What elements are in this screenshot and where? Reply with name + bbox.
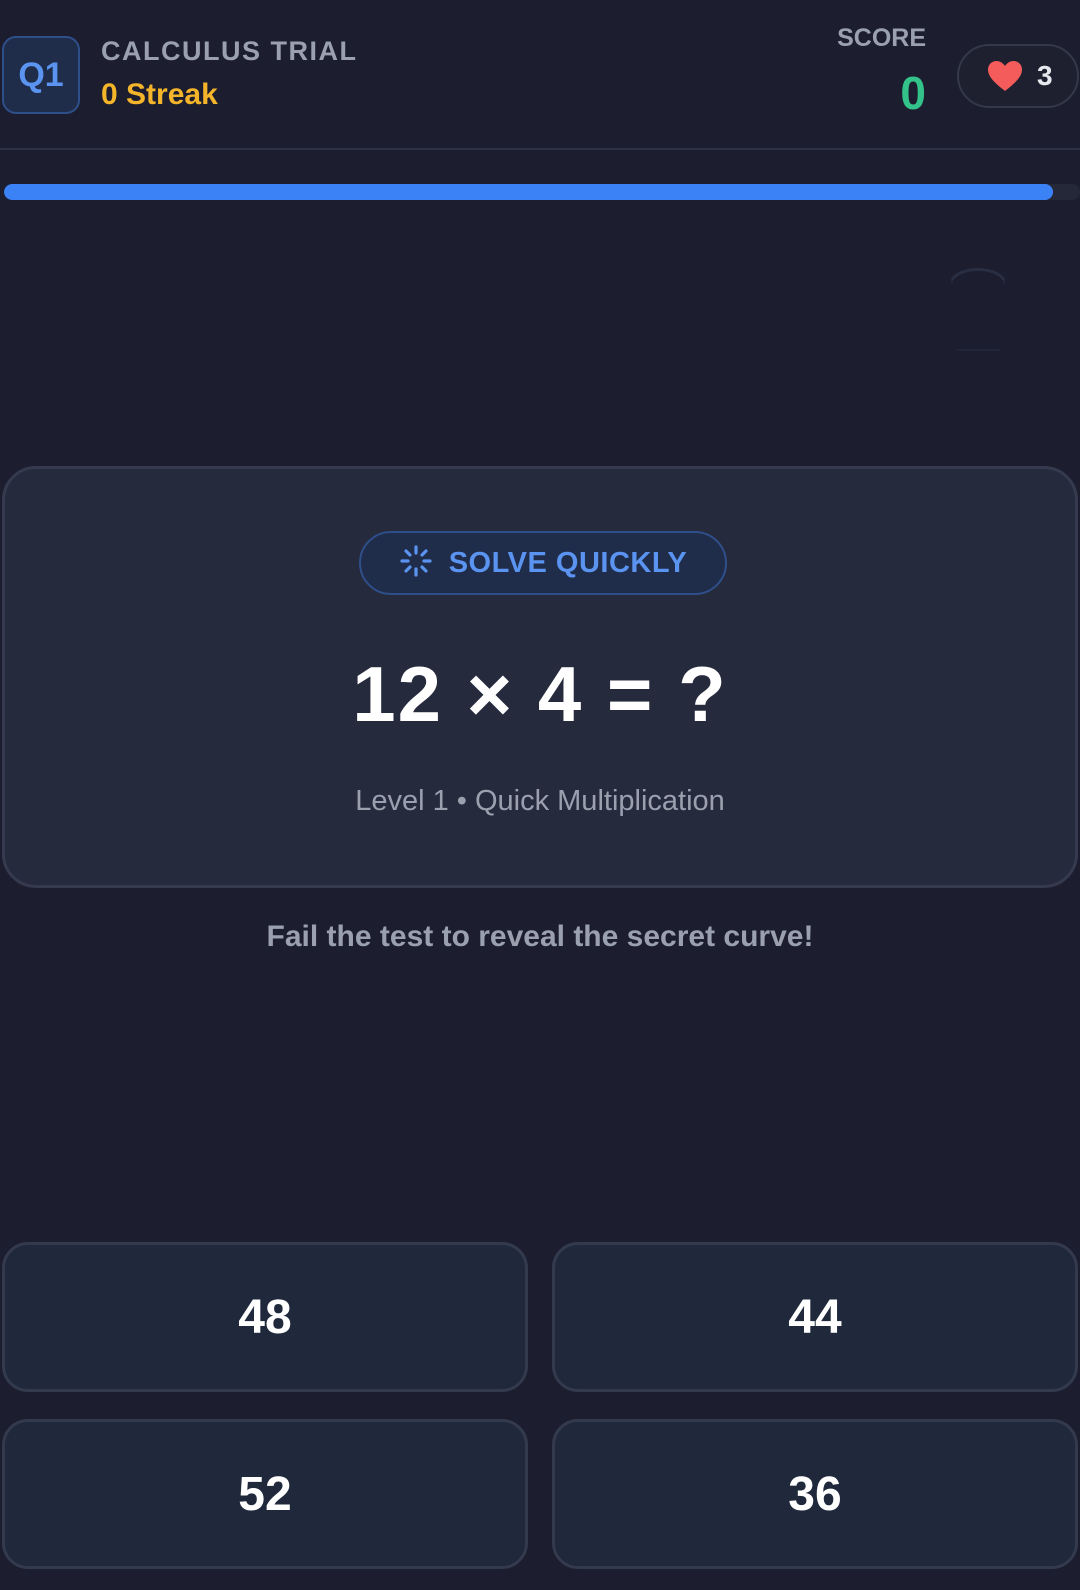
lives-indicator: 3: [957, 44, 1079, 108]
score-value: 0: [900, 67, 926, 119]
answer-option-1[interactable]: 48: [2, 1242, 528, 1392]
question-card: SOLVE QUICKLY 12 × 4 = ? Level 1 • Quick…: [2, 466, 1078, 888]
answer-option-2[interactable]: 44: [552, 1242, 1078, 1392]
answer-option-3[interactable]: 52: [2, 1419, 528, 1569]
solve-quickly-label: SOLVE QUICKLY: [448, 546, 688, 579]
level-info: Level 1 • Quick Multiplication: [355, 785, 725, 817]
progress-fill: [4, 184, 1054, 200]
header-bar: Q1 CALCULUS TRIAL 0 Streak SCORE 0 3: [0, 0, 1080, 150]
question-number-badge: Q1: [2, 36, 80, 114]
streak-counter: 0 Streak: [101, 78, 218, 111]
progress-bar: [4, 184, 1080, 200]
heart-icon: [987, 59, 1023, 93]
secret-hint-text: Fail the test to reveal the secret curve…: [266, 920, 814, 953]
lives-count: 3: [1037, 60, 1053, 91]
equation: 12 × 4 = ?: [352, 650, 728, 738]
answer-option-4[interactable]: 36: [552, 1419, 1078, 1569]
hidden-curve-shape: [950, 262, 1006, 352]
solve-quickly-badge: SOLVE QUICKLY: [359, 531, 727, 595]
game-screen: Q1 CALCULUS TRIAL 0 Streak SCORE 0 3 SOL…: [0, 0, 1080, 1590]
loading-spinner-icon: [399, 544, 433, 583]
game-title: CALCULUS TRIAL: [101, 36, 358, 66]
score-label: SCORE: [837, 24, 926, 52]
